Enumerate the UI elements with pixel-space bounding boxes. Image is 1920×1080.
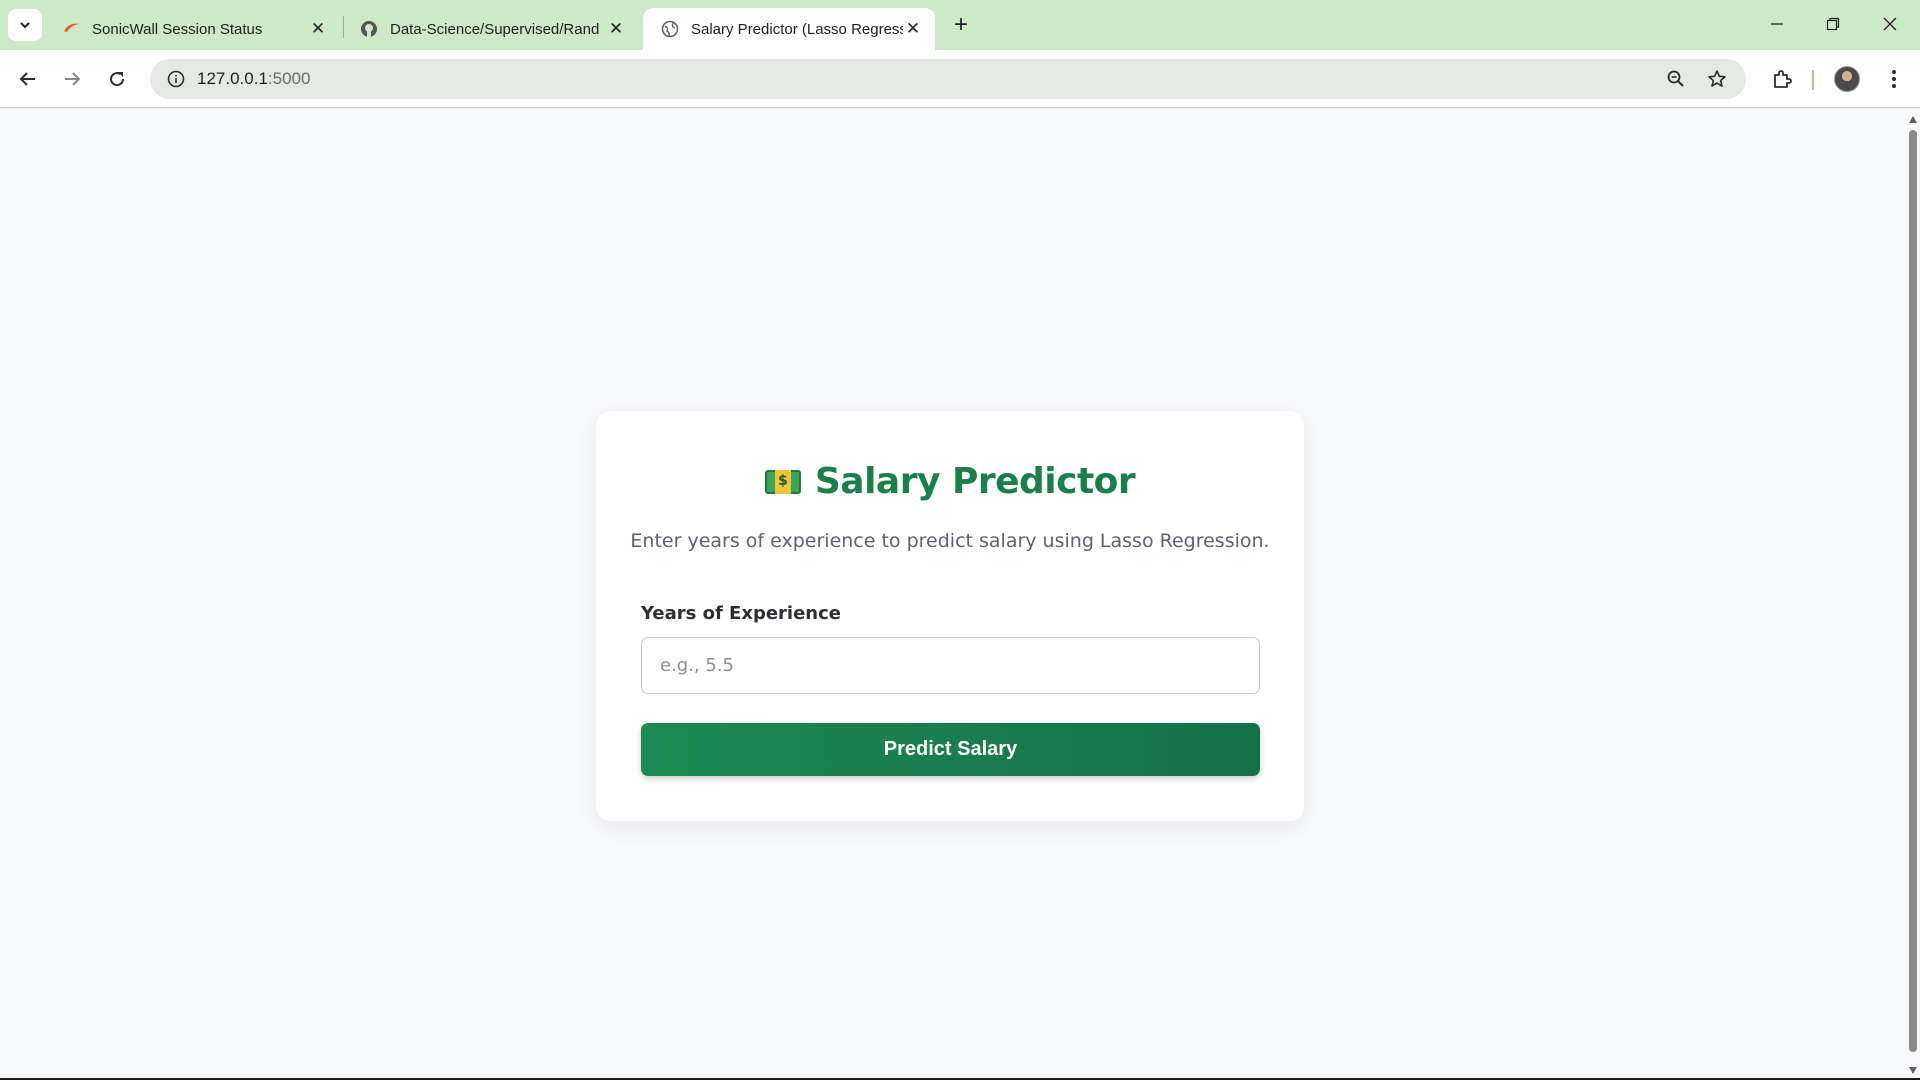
address-bar[interactable]: 127.0.0.1:5000 [150,59,1746,99]
url-host: 127.0.0.1 [197,69,268,88]
reload-button[interactable] [101,63,133,95]
close-window-button[interactable] [1870,8,1910,40]
minimize-button[interactable] [1757,8,1797,40]
close-icon[interactable]: ✕ [903,19,923,39]
restore-button[interactable] [1813,8,1853,40]
page-scrollbar[interactable] [1906,108,1920,1080]
scroll-thumb[interactable] [1909,130,1917,1052]
tab-search-button[interactable] [8,9,42,41]
globe-icon [661,20,679,38]
close-icon[interactable]: ✕ [606,19,626,39]
new-tab-button[interactable]: + [946,10,976,40]
tab-title: SonicWall Session Status [92,20,263,38]
chevron-down-icon [20,22,30,29]
zoom-icon[interactable] [1660,63,1692,95]
github-icon [360,20,378,38]
browser-toolbar: 127.0.0.1:5000 [0,50,1920,108]
forward-button[interactable] [56,63,88,95]
tab-github[interactable]: Data-Science/Supervised/Rand ✕ [342,8,638,50]
sonicwall-swoosh-icon [62,20,80,38]
money-bill-icon: $ [764,467,801,497]
minimize-icon [1771,23,1783,25]
experience-input[interactable] [641,637,1260,694]
back-button[interactable] [12,63,44,95]
scroll-down-arrow-icon[interactable] [1909,1067,1917,1074]
extensions-button[interactable] [1766,63,1798,95]
puzzle-piece-icon [1774,70,1792,88]
predictor-card: $ Salary Predictor Enter years of experi… [596,411,1304,821]
back-arrow-icon [19,72,35,86]
toolbar-divider [1812,70,1814,90]
page-title: $ Salary Predictor [596,461,1304,502]
kebab-menu-icon [1892,70,1896,88]
experience-label: Years of Experience [641,603,842,624]
reload-icon [110,72,125,87]
bookmark-star-icon[interactable] [1701,63,1733,95]
page-title-text: Salary Predictor [814,461,1136,502]
predict-salary-button[interactable]: Predict Salary [641,723,1260,776]
url-port: :5000 [267,69,311,88]
tab-sonicwall[interactable]: SonicWall Session Status ✕ [44,8,340,50]
forward-arrow-icon [65,72,81,86]
tab-salary-predictor[interactable]: Salary Predictor (Lasso Regressi ✕ [643,8,935,50]
restore-icon [1826,17,1840,31]
tab-title: Salary Predictor (Lasso Regressi [691,20,903,38]
close-icon[interactable]: ✕ [308,19,328,39]
profile-avatar[interactable] [1834,66,1860,92]
site-info-icon[interactable] [160,63,192,95]
tab-strip: SonicWall Session Status ✕ Data-Science/… [0,0,1920,50]
tab-title: Data-Science/Supervised/Rand [390,20,600,38]
browser-menu-button[interactable] [1878,63,1910,95]
url-text[interactable]: 127.0.0.1:5000 [197,59,310,99]
page-subtitle: Enter years of experience to predict sal… [630,530,1270,552]
scroll-up-arrow-icon[interactable] [1909,116,1917,123]
close-window-icon [1883,17,1897,31]
